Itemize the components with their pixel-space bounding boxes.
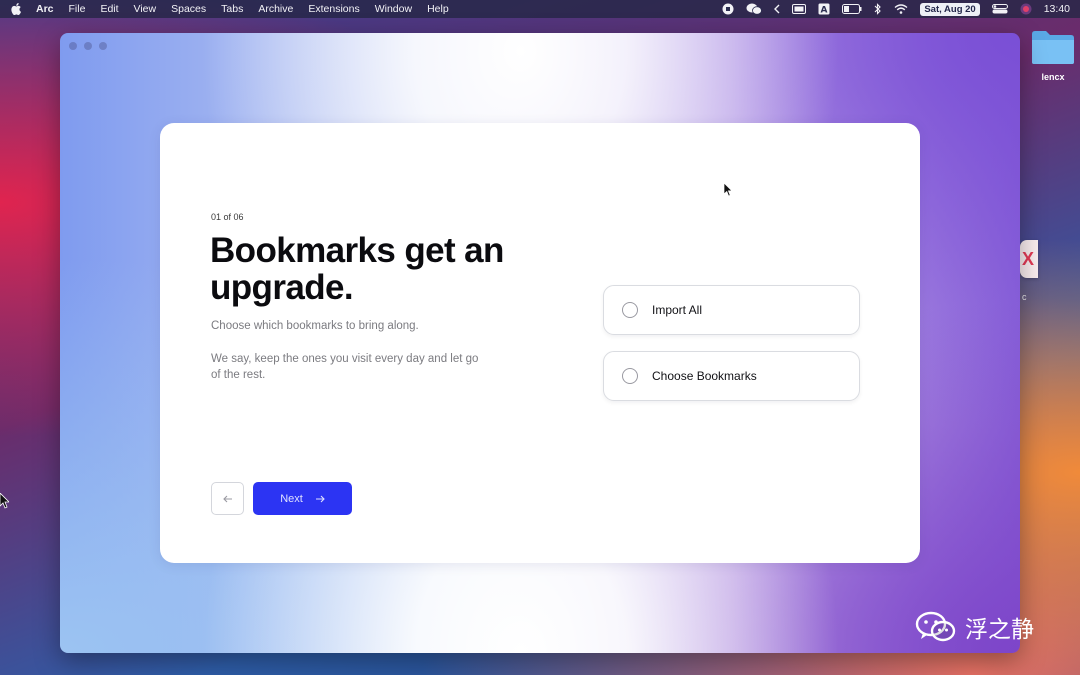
svg-text:A: A bbox=[821, 6, 828, 16]
watermark-text: 浮之静 bbox=[965, 617, 1034, 643]
menu-file[interactable]: File bbox=[69, 3, 86, 15]
mouse-cursor-icon bbox=[724, 183, 733, 197]
radio-choose-bookmarks[interactable] bbox=[622, 368, 638, 384]
date-badge[interactable]: Sat, Aug 20 bbox=[920, 2, 980, 16]
menu-edit[interactable]: Edit bbox=[100, 3, 118, 15]
watermark: 浮之静 bbox=[915, 610, 1034, 644]
menu-archive[interactable]: Archive bbox=[258, 3, 293, 15]
step-indicator: 01 of 06 bbox=[211, 212, 244, 222]
menu-help[interactable]: Help bbox=[427, 3, 449, 15]
option-import-all[interactable]: Import All bbox=[603, 285, 860, 335]
wechat-logo-icon bbox=[915, 611, 956, 642]
arrow-right-icon bbox=[315, 495, 325, 502]
battery-icon[interactable] bbox=[842, 4, 862, 14]
menu-tabs[interactable]: Tabs bbox=[221, 3, 243, 15]
siri-icon[interactable] bbox=[1020, 3, 1032, 15]
mouse-cursor-icon bbox=[0, 493, 9, 509]
menu-bar: Arc File Edit View Spaces Tabs Archive E… bbox=[0, 0, 1080, 18]
chevron-left-icon[interactable] bbox=[774, 4, 780, 14]
next-button-label: Next bbox=[280, 492, 303, 505]
menu-spaces[interactable]: Spaces bbox=[171, 3, 206, 15]
status-area: A Sat, Aug 20 13:40 bbox=[722, 2, 1070, 16]
keyboard-a-icon[interactable]: A bbox=[818, 3, 830, 15]
zoom-button[interactable] bbox=[99, 42, 107, 50]
folder-icon bbox=[1032, 31, 1074, 64]
menu-extensions[interactable]: Extensions bbox=[308, 3, 359, 15]
wechat-icon[interactable] bbox=[746, 3, 763, 15]
app-x-icon: X bbox=[1022, 249, 1035, 269]
window-controls bbox=[69, 42, 107, 50]
bluetooth-icon[interactable] bbox=[874, 3, 882, 15]
minimize-button[interactable] bbox=[84, 42, 92, 50]
menu-app-arc[interactable]: Arc bbox=[36, 3, 54, 15]
close-button[interactable] bbox=[69, 42, 77, 50]
desktop-app-icon[interactable]: X bbox=[1020, 240, 1038, 278]
onboarding-card: 01 of 06 Bookmarks get an upgrade. Choos… bbox=[160, 123, 920, 563]
folder-label: lencx bbox=[1041, 72, 1065, 82]
subtitle: Choose which bookmarks to bring along. bbox=[211, 320, 419, 332]
record-icon[interactable] bbox=[722, 3, 734, 15]
page-title: Bookmarks get an upgrade. bbox=[210, 231, 504, 307]
desktop-app-label: c bbox=[1022, 292, 1027, 302]
arc-window: 01 of 06 Bookmarks get an upgrade. Choos… bbox=[60, 33, 1020, 653]
control-center-icon[interactable] bbox=[991, 4, 1008, 14]
radio-import-all[interactable] bbox=[622, 302, 638, 318]
menu-window[interactable]: Window bbox=[375, 3, 412, 15]
back-button[interactable] bbox=[211, 482, 244, 515]
menubar-clock[interactable]: 13:40 bbox=[1044, 3, 1070, 15]
option-label: Choose Bookmarks bbox=[652, 369, 757, 383]
apple-icon[interactable] bbox=[10, 3, 22, 15]
wifi-icon[interactable] bbox=[894, 4, 908, 14]
option-label: Import All bbox=[652, 303, 703, 317]
menu-view[interactable]: View bbox=[134, 3, 157, 15]
body-text: We say, keep the ones you visit every da… bbox=[211, 353, 479, 381]
next-button[interactable]: Next bbox=[253, 482, 352, 515]
arrow-left-icon bbox=[222, 495, 232, 502]
desktop-folder[interactable]: lencx bbox=[1030, 28, 1076, 82]
option-choose-bookmarks[interactable]: Choose Bookmarks bbox=[603, 351, 860, 401]
battery-level-icon[interactable] bbox=[792, 4, 807, 14]
